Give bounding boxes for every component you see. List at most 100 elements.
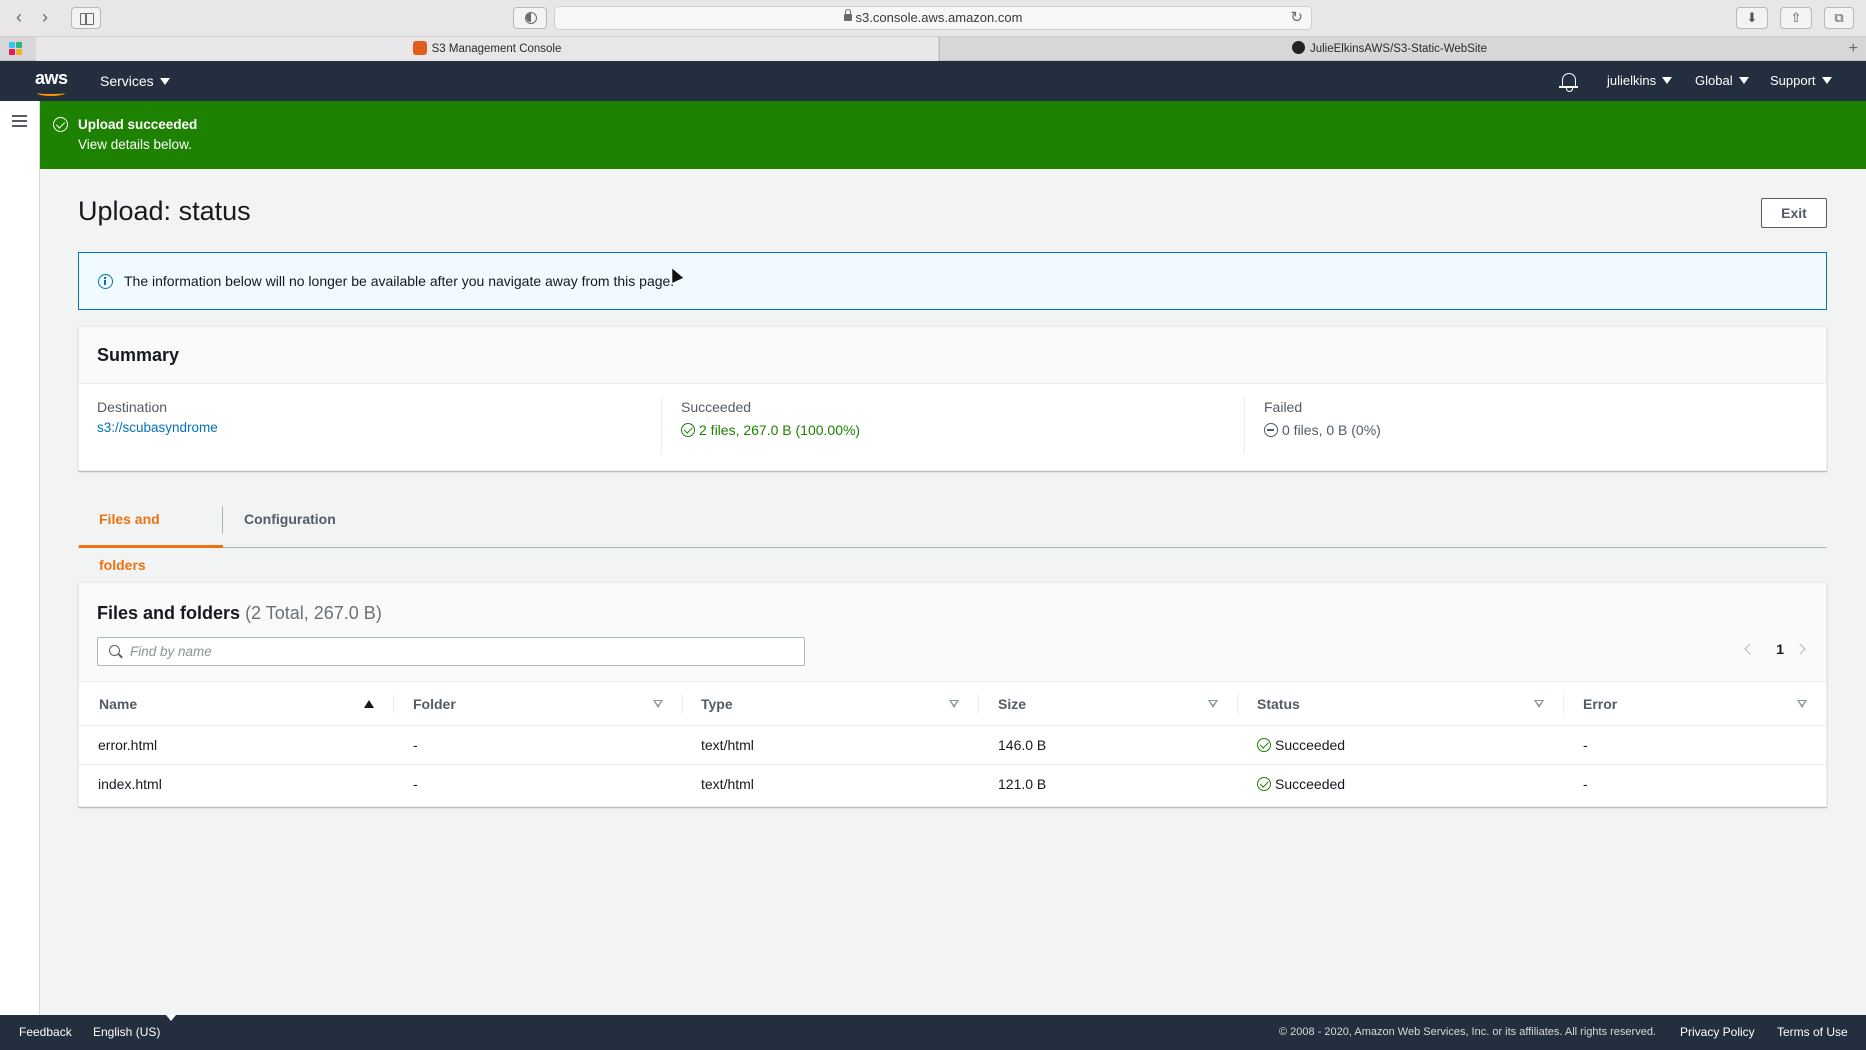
support-label: Support [1770, 73, 1816, 88]
column-divider [1237, 694, 1238, 714]
column-header-name[interactable]: Name [99, 682, 137, 726]
column-header-status[interactable]: Status [1257, 682, 1300, 726]
chevron-right-icon[interactable] [1794, 643, 1806, 655]
url-text: s3.console.aws.amazon.com [855, 10, 1023, 25]
succeeded-value-text: 2 files, 267.0 B (100.00%) [699, 422, 861, 438]
tab-label: JulieElkinsAWS/S3-Static-WebSite [1309, 43, 1488, 55]
files-table: Name Folder Type Size Status Error error… [79, 681, 1826, 804]
aws-console-header: aws Services julielkins Global Support [0, 61, 1866, 101]
failed-value: 0 files, 0 B (0%) [1264, 422, 1381, 438]
sort-icon[interactable] [949, 700, 959, 708]
sidebar-toggle-icon[interactable] [71, 7, 101, 29]
summary-header: Summary [79, 327, 1826, 384]
column-header-folder[interactable]: Folder [413, 682, 456, 726]
browser-toolbar: ‹ › s3.console.aws.amazon.com ↻ ⬇ ⇧ ⧉ [0, 0, 1866, 37]
exit-button[interactable]: Exit [1761, 198, 1827, 228]
aws-favicon-icon [412, 41, 427, 55]
language-selector[interactable]: English (US) [93, 1015, 177, 1050]
address-bar[interactable]: s3.console.aws.amazon.com ↻ [554, 6, 1312, 30]
status-text: Succeeded [1275, 776, 1346, 792]
sort-icon[interactable] [1534, 700, 1544, 708]
reload-icon[interactable]: ↻ [1290, 7, 1303, 29]
files-title: Files and folders (2 Total, 267.0 B) [97, 603, 382, 624]
table-row: index.html - text/html 121.0 B Succeeded… [79, 765, 1826, 804]
left-nav-rail [0, 101, 40, 1015]
services-label: Services [100, 73, 154, 89]
check-circle-icon [1257, 777, 1271, 791]
minus-circle-icon [1264, 423, 1278, 437]
sort-ascending-icon[interactable] [364, 700, 374, 708]
search-input[interactable] [130, 638, 800, 665]
tab-files-and-folders[interactable]: Files and folders [79, 496, 223, 573]
caret-down-icon [159, 78, 170, 85]
tab-divider [222, 506, 223, 534]
succeeded-label: Succeeded [681, 399, 752, 415]
tab-s3-console[interactable]: S3 Management Console [36, 37, 938, 61]
share-icon[interactable]: ⇧ [1780, 7, 1812, 29]
file-name-link[interactable]: error.html [98, 726, 157, 764]
back-icon[interactable]: ‹ [8, 8, 30, 28]
sort-icon[interactable] [1797, 700, 1807, 708]
folder-cell: - [413, 737, 418, 753]
downloads-icon[interactable]: ⬇ [1736, 7, 1768, 29]
current-page[interactable]: 1 [1776, 641, 1784, 657]
tab-label: S3 Management Console [431, 43, 562, 55]
feedback-link[interactable]: Feedback [19, 1015, 72, 1050]
tabs-overview-icon[interactable]: ⧉ [1824, 7, 1854, 29]
flash-title: Upload succeeded [78, 117, 198, 132]
check-circle-icon [681, 423, 695, 437]
account-label: julielkins [1607, 73, 1657, 88]
info-alert: The information below will no longer be … [78, 252, 1827, 310]
status-cell: Succeeded [1257, 726, 1345, 764]
new-tab-icon[interactable]: + [1849, 37, 1858, 61]
aws-logo[interactable]: aws [35, 68, 68, 96]
bell-icon[interactable] [1559, 73, 1578, 92]
privacy-shield-icon[interactable] [513, 7, 547, 29]
size-cell: 146.0 B [998, 737, 1047, 753]
terms-of-use-link[interactable]: Terms of Use [1777, 1015, 1848, 1050]
sort-icon[interactable] [1208, 700, 1218, 708]
lock-icon [843, 9, 852, 21]
privacy-policy-link[interactable]: Privacy Policy [1680, 1015, 1755, 1050]
support-menu[interactable]: Support [1770, 61, 1832, 101]
column-header-type[interactable]: Type [701, 682, 733, 726]
column-header-size[interactable]: Size [998, 682, 1026, 726]
file-name-link[interactable]: index.html [98, 765, 162, 803]
result-tabs: Files and folders Configuration [78, 496, 1827, 573]
chevron-left-icon[interactable] [1744, 643, 1756, 655]
status-text: Succeeded [1275, 737, 1346, 753]
column-divider [1244, 397, 1245, 453]
destination-link[interactable]: s3://scubasyndrome [97, 420, 218, 435]
tab-configuration[interactable]: Configuration [224, 496, 356, 548]
column-divider [978, 694, 979, 714]
caret-down-icon [1662, 77, 1673, 84]
files-count: (2 Total, 267.0 B) [245, 603, 382, 623]
table-row: error.html - text/html 146.0 B Succeeded… [79, 726, 1826, 765]
search-field[interactable] [97, 637, 805, 666]
type-cell: text/html [701, 776, 754, 792]
type-cell: text/html [701, 737, 754, 753]
services-menu[interactable]: Services [100, 61, 170, 101]
browser-tab-strip: S3 Management Console JulieElkinsAWS/S3-… [0, 37, 1866, 61]
succeeded-value: 2 files, 267.0 B (100.00%) [681, 422, 860, 438]
sort-icon[interactable] [653, 700, 663, 708]
region-label: Global [1695, 73, 1733, 88]
failed-column: Failed 0 files, 0 B (0%) [1264, 399, 1381, 451]
account-menu[interactable]: julielkins [1607, 61, 1673, 101]
slack-icon[interactable] [9, 42, 23, 56]
tab-github[interactable]: JulieElkinsAWS/S3-Static-WebSite [939, 37, 1839, 61]
files-and-folders-panel: Files and folders (2 Total, 267.0 B) 1 N… [78, 582, 1827, 807]
column-divider [393, 694, 394, 714]
succeeded-column: Succeeded 2 files, 267.0 B (100.00%) [681, 399, 860, 451]
forward-icon[interactable]: › [34, 8, 56, 28]
flash-subtitle: View details below. [78, 137, 192, 152]
destination-label: Destination [97, 399, 168, 415]
region-menu[interactable]: Global [1695, 61, 1749, 101]
hamburger-menu-icon[interactable] [12, 115, 27, 127]
column-header-error[interactable]: Error [1583, 682, 1617, 726]
copyright-text: © 2008 - 2020, Amazon Web Services, Inc.… [1279, 1026, 1656, 1038]
size-cell: 121.0 B [998, 776, 1047, 792]
column-divider [1563, 694, 1564, 714]
page-title: Upload: status [78, 196, 251, 226]
table-header: Name Folder Type Size Status Error [79, 681, 1826, 726]
